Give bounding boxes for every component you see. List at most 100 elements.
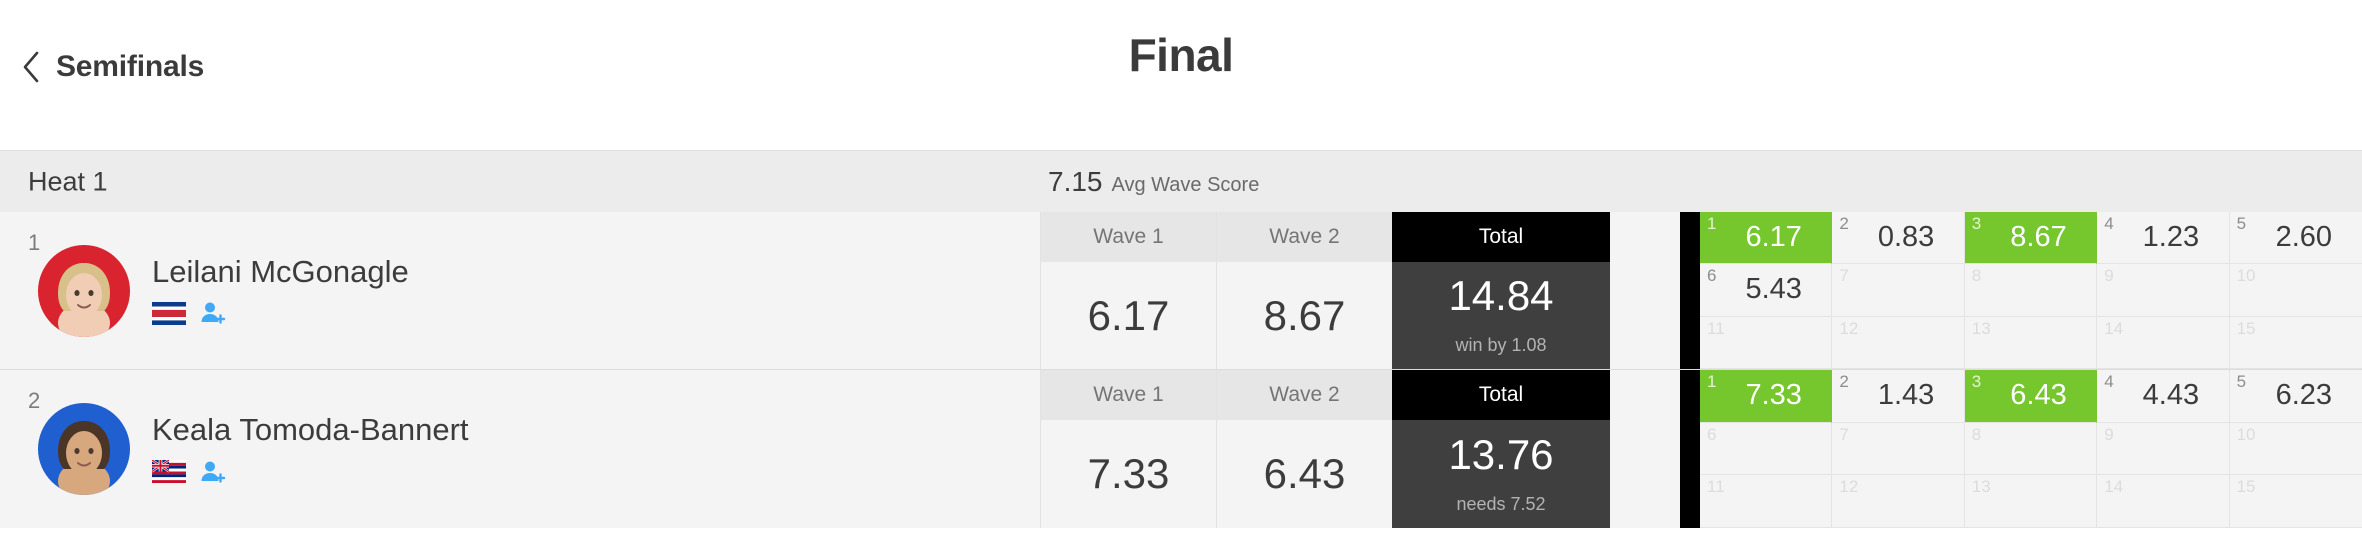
wave-index: 8 <box>1971 424 1982 444</box>
wave-cell[interactable]: 14 <box>2097 475 2230 528</box>
wave-cell[interactable]: 7 <box>1832 422 1965 476</box>
wave-cell[interactable]: 8 <box>1964 422 2098 476</box>
wave-score: 6.17 <box>1745 221 1802 254</box>
wave-index: 12 <box>1839 318 1859 338</box>
wave2-header: Wave 2 <box>1217 370 1392 420</box>
top-bar: Semifinals Final <box>0 0 2362 150</box>
wave-cell[interactable]: 14 <box>2097 316 2230 369</box>
wave-cell[interactable]: 5 6.23 <box>2229 370 2362 423</box>
avatar <box>38 403 130 495</box>
wave-cell[interactable]: 5 2.60 <box>2229 212 2362 265</box>
wave2-body: 8.67 <box>1217 262 1392 369</box>
wave-index: 14 <box>2104 477 2124 497</box>
wave-index: 15 <box>2236 477 2256 497</box>
wave2-column: Wave 2 8.67 <box>1216 212 1392 369</box>
wave1-column: Wave 1 6.17 <box>1040 212 1216 369</box>
wave-cell[interactable]: 3 8.67 <box>1964 212 2098 265</box>
wave-cell[interactable]: 12 <box>1832 316 1965 369</box>
wave1-body: 6.17 <box>1041 262 1216 369</box>
avatar <box>38 244 130 337</box>
wave-index: 10 <box>2236 424 2256 444</box>
score-summary-columns: Wave 1 7.33 Wave 2 6.43 Total 13.76 needs 7.52 <box>1040 370 1680 528</box>
wave-cell[interactable]: 1 7.33 <box>1700 370 1833 423</box>
wave-cell[interactable]: 11 <box>1700 316 1833 369</box>
total-body: 14.84 win by 1.08 <box>1392 262 1610 369</box>
athlete-cell[interactable]: 2 Keala Tomoda-Bannert <box>0 370 1040 528</box>
hawaii-flag-icon <box>152 460 186 484</box>
wave-score: 6.43 <box>2010 379 2067 412</box>
wave-index: 9 <box>2104 424 2114 444</box>
wave-index: 3 <box>1971 214 1982 233</box>
wave-cell[interactable]: 15 <box>2229 475 2362 528</box>
heat-header-band: Heat 1 7.15 Avg Wave Score <box>0 150 2362 212</box>
total-note: win by 1.08 <box>1455 335 1547 355</box>
add-user-icon[interactable] <box>200 459 226 485</box>
wave-index: 1 <box>1707 214 1717 233</box>
wave-index: 13 <box>1971 318 1991 338</box>
wave-cell[interactable]: 8 <box>1964 264 2098 317</box>
wave-index: 12 <box>1839 477 1859 497</box>
table-row[interactable]: 2 Keala Tomoda-Bannert Wave 1 7.33 Wave 2 6.4… <box>0 370 2362 528</box>
wave-grid: 1 7.33 2 1.43 3 6.43 4 4.43 5 6.23 6 7 8 9 10 11 12 13 14 1… <box>1700 370 2362 528</box>
athlete-meta: Keala Tomoda-Bannert <box>152 413 469 484</box>
athlete-badges <box>152 459 469 485</box>
wave-cell[interactable]: 10 <box>2229 264 2362 317</box>
wave-cell[interactable]: 9 <box>2097 422 2230 476</box>
wave-index: 5 <box>2236 214 2247 233</box>
wave-index: 11 <box>1707 477 1725 497</box>
wave-index: 14 <box>2104 318 2124 338</box>
wave-cell[interactable]: 1 6.17 <box>1700 212 1833 265</box>
athlete-rows: 1 Leilani McGonagle Wave 1 6.17 Wave 2 8.67 To… <box>0 212 2362 528</box>
wave-index: 1 <box>1707 372 1717 391</box>
table-row[interactable]: 1 Leilani McGonagle Wave 1 6.17 Wave 2 8.67 To… <box>0 212 2362 370</box>
wave2-column: Wave 2 6.43 <box>1216 370 1392 528</box>
wave-score: 0.83 <box>1877 221 1935 254</box>
wave-cell[interactable]: 12 <box>1832 475 1965 528</box>
athlete-cell[interactable]: 1 Leilani McGonagle <box>0 212 1040 369</box>
wave2-body: 6.43 <box>1217 420 1392 528</box>
athlete-name: Keala Tomoda-Bannert <box>152 412 469 448</box>
wave-index: 10 <box>2236 266 2256 286</box>
wave-cell[interactable]: 13 <box>1964 316 2098 369</box>
wave-cell[interactable]: 13 <box>1964 475 2098 528</box>
wave-index: 4 <box>2104 372 2114 391</box>
athlete-badges <box>152 300 409 326</box>
wave-cell[interactable]: 4 4.43 <box>2097 370 2230 423</box>
wave-cell[interactable]: 10 <box>2229 422 2362 476</box>
add-user-icon[interactable] <box>200 300 226 326</box>
wave-index: 3 <box>1971 372 1982 391</box>
wave-index: 6 <box>1707 424 1717 444</box>
wave-grid: 1 6.17 2 0.83 3 8.67 4 1.23 5 2.60 6 5.43 7 8 9 10 11 12 1… <box>1700 212 2362 369</box>
avg-wave-score-label: Avg Wave Score <box>1111 173 1260 196</box>
wave-grid-wrapper: 1 6.17 2 0.83 3 8.67 4 1.23 5 2.60 6 5.43 7 8 9 10 11 12 1… <box>1680 212 2362 369</box>
wave-cell[interactable]: 3 6.43 <box>1964 370 2098 423</box>
wave-cell[interactable]: 9 <box>2097 264 2230 317</box>
wave-cell[interactable]: 2 0.83 <box>1832 212 1965 265</box>
wave-cell[interactable]: 2 1.43 <box>1832 370 1965 423</box>
athlete-meta: Leilani McGonagle <box>152 253 409 326</box>
priority-bar <box>1680 370 1700 528</box>
wave-index: 4 <box>2104 214 2114 233</box>
avg-wave-score-value: 7.15 <box>1048 165 1103 197</box>
wave-score: 1.43 <box>1877 379 1935 412</box>
total-header: Total <box>1392 370 1610 420</box>
costa-rica-flag-icon <box>152 301 186 325</box>
wave1-header: Wave 1 <box>1041 212 1216 262</box>
wave-score: 4.43 <box>2142 379 2200 412</box>
wave-cell[interactable]: 7 <box>1832 264 1965 317</box>
wave-index: 11 <box>1707 318 1725 338</box>
page-title: Final <box>1128 29 1234 81</box>
total-header: Total <box>1392 212 1610 262</box>
wave2-header: Wave 2 <box>1217 212 1392 262</box>
wave1-score: 7.33 <box>1087 450 1170 497</box>
wave-cell[interactable]: 6 <box>1700 422 1833 476</box>
total-score: 14.84 <box>1448 272 1554 319</box>
wave-index: 7 <box>1839 266 1849 286</box>
wave-cell[interactable]: 11 <box>1700 475 1833 528</box>
wave-cell[interactable]: 6 5.43 <box>1700 264 1833 317</box>
total-body: 13.76 needs 7.52 <box>1392 420 1610 528</box>
wave-cell[interactable]: 4 1.23 <box>2097 212 2230 265</box>
athlete-name: Leilani McGonagle <box>152 253 409 289</box>
wave-cell[interactable]: 15 <box>2229 316 2362 369</box>
wave-index: 6 <box>1707 266 1717 286</box>
